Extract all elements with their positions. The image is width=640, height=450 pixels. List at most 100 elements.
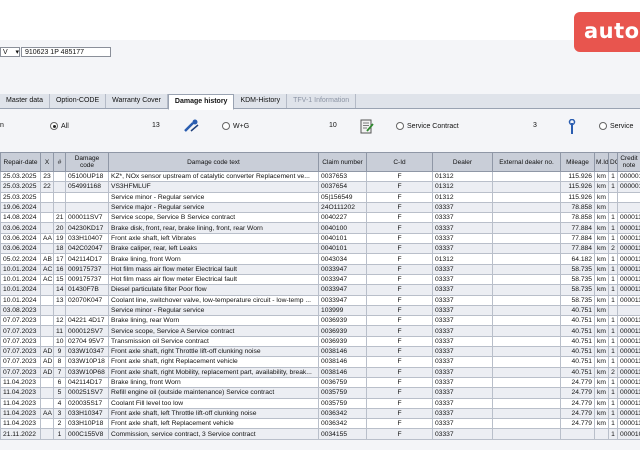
brand-logo: auto bbox=[574, 12, 640, 52]
cell-mileage: 58.735 bbox=[560, 284, 595, 296]
cell-repair-date: 11.04.2023 bbox=[0, 407, 41, 420]
col-claim-number[interactable]: Claim number bbox=[318, 152, 367, 172]
col-m-id[interactable]: M.Id bbox=[594, 152, 609, 172]
col-x[interactable]: X bbox=[40, 152, 54, 172]
table-row[interactable]: 10.01.2024 AC 15 009175737 Hot film mass air… bbox=[0, 273, 640, 286]
table-row[interactable]: 11.04.2023 4 020035S17 Coolant Fill level t… bbox=[0, 397, 640, 409]
cell-repair-date: 11.04.2023 bbox=[0, 397, 41, 409]
table-row[interactable]: 07.07.2023 12 04221 4D17 Brake lining, rear… bbox=[0, 315, 640, 327]
cell-claim-number: 0038146 bbox=[318, 356, 367, 368]
cell-x: AD bbox=[40, 356, 54, 368]
cell-dc: 1 bbox=[608, 170, 618, 183]
cell-damage-code-text: Front axle shaft, left Vibrates bbox=[108, 232, 319, 245]
cell-dealer: 01312 bbox=[432, 170, 493, 183]
cell-damage-code: 033H10407 bbox=[65, 232, 109, 245]
table-row[interactable]: 03.06.2024 20 04230KD17 Brake disk, front, … bbox=[0, 222, 640, 234]
cell-m-id: km bbox=[594, 232, 609, 245]
table-row[interactable]: 25.03.2025 22 054991168 VS3HFMLUF 0037654 F 01… bbox=[0, 181, 640, 193]
table-row[interactable]: 10.01.2024 14 01430F7B Diesel particulate f… bbox=[0, 284, 640, 296]
table-row[interactable]: 14.08.2024 21 000011SV7 Service scope, Serv… bbox=[0, 212, 640, 224]
cell-claim-number: 0035759 bbox=[318, 387, 367, 399]
table-row[interactable]: 11.04.2023 6 042114D17 Brake lining, front … bbox=[0, 376, 640, 389]
cell-external-dealer-no bbox=[492, 366, 561, 378]
table-row[interactable]: 10.01.2024 13 02070K047 Coolant line, switc… bbox=[0, 294, 640, 306]
col-dc[interactable]: DC bbox=[608, 152, 618, 172]
table-row[interactable]: 07.07.2023 AD 8 033W10P18 Front axle shaft, … bbox=[0, 356, 640, 368]
cell-external-dealer-no bbox=[492, 263, 561, 275]
table-row[interactable]: 19.06.2024 Service major - Regular servic… bbox=[0, 201, 640, 214]
cell-dc: 1 bbox=[608, 273, 618, 286]
cell-external-dealer-no bbox=[492, 376, 561, 389]
cell-damage-code-text: Front axle shaft, right Replacement vehi… bbox=[108, 356, 319, 368]
col-external-dealer-no[interactable]: External dealer no. bbox=[492, 152, 561, 172]
table-row[interactable]: 03.06.2024 AA 19 033H10407 Front axle shaft,… bbox=[0, 232, 640, 245]
col-number[interactable]: # bbox=[53, 152, 66, 172]
cell-c-id: F bbox=[366, 366, 433, 378]
tab-master-data[interactable]: Master data bbox=[0, 94, 50, 108]
tab-damage-history[interactable]: Damage history bbox=[167, 94, 235, 110]
cell-number: 9 bbox=[53, 346, 66, 358]
table-row[interactable]: 03.06.2024 18 042C02047 Brake caliper, rear… bbox=[0, 243, 640, 255]
filter-service[interactable]: Service bbox=[599, 122, 633, 130]
cell-damage-code-text: Coolant line, switchover valve, low-temp… bbox=[108, 294, 319, 306]
filter-all[interactable]: All bbox=[50, 122, 69, 130]
table-row[interactable]: 07.07.2023 AD 7 033W10P68 Front axle shaft, … bbox=[0, 366, 640, 378]
cell-number: 6 bbox=[53, 376, 66, 389]
cell-external-dealer-no bbox=[492, 418, 561, 430]
table-row[interactable]: 25.03.2025 23 05100UP18 KZ*, NOx sensor ups… bbox=[0, 170, 640, 183]
col-damage-code-text[interactable]: Damage code text bbox=[108, 152, 319, 172]
tab-option-code[interactable]: Option-CODE bbox=[50, 94, 107, 108]
table-row[interactable]: 25.03.2025 Service minor - Regular servic… bbox=[0, 191, 640, 203]
cell-external-dealer-no bbox=[492, 397, 561, 409]
cell-dc: 2 bbox=[608, 243, 618, 255]
table-row[interactable]: 07.07.2023 11 000012SV7 Service scope, Serv… bbox=[0, 325, 640, 337]
table-row[interactable]: 05.02.2024 AB 17 042114D17 Brake lining, fro… bbox=[0, 253, 640, 265]
table-row[interactable]: 07.07.2023 AD 9 033W10347 Front axle shaft, … bbox=[0, 346, 640, 358]
cell-damage-code-text: Transmission oil Service contract bbox=[108, 335, 319, 348]
cell-dealer: 01312 bbox=[432, 191, 493, 203]
cell-repair-date: 21.11.2022 bbox=[0, 428, 41, 440]
table-row[interactable]: 11.04.2023 AA 3 033H10347 Front axle shaft, … bbox=[0, 407, 640, 420]
cell-repair-date: 07.07.2023 bbox=[0, 325, 41, 337]
col-dealer[interactable]: Dealer bbox=[432, 152, 493, 172]
cell-damage-code-text: Coolant Fill level too low bbox=[108, 397, 319, 409]
col-mileage[interactable]: Mileage bbox=[560, 152, 595, 172]
cell-dc bbox=[608, 201, 618, 214]
col-c-id[interactable]: C-Id bbox=[366, 152, 433, 172]
col-repair-date[interactable]: Repair-date bbox=[0, 152, 41, 172]
tab-tfv-information[interactable]: TFV-1 Information bbox=[287, 94, 357, 108]
tab-warranty-cover[interactable]: Warranty Cover bbox=[106, 94, 168, 108]
vin-field[interactable]: 910623 1P 485177 bbox=[21, 47, 111, 57]
table-row[interactable]: 07.07.2023 10 02704 95V7 Transmission oil S… bbox=[0, 335, 640, 348]
col-credit-note[interactable]: Credit note bbox=[617, 152, 640, 172]
cell-external-dealer-no bbox=[492, 243, 561, 255]
vehicle-type-select[interactable]: V ▾ bbox=[0, 47, 20, 57]
cell-number: 13 bbox=[53, 294, 66, 306]
cell-x: AD bbox=[40, 366, 54, 378]
filter-wg[interactable]: W+G bbox=[222, 122, 249, 130]
table-row[interactable]: 03.08.2023 Service minor - Regular servic… bbox=[0, 304, 640, 317]
table-row[interactable]: 21.11.2022 1 000C155V8 Commission, service … bbox=[0, 428, 640, 440]
cell-damage-code-text: Commission, service contract, 3 Service … bbox=[108, 428, 319, 440]
cell-x: AB bbox=[40, 253, 54, 265]
cell-damage-code-text: Service scope, Service B Service contrac… bbox=[108, 212, 319, 224]
filter-all-count: 13 bbox=[152, 122, 160, 129]
cell-number: 15 bbox=[53, 273, 66, 286]
table-row[interactable]: 11.04.2023 2 033H10P18 Front axle shaft, le… bbox=[0, 418, 640, 430]
table-row[interactable]: 10.01.2024 AC 16 009175737 Hot film mass air… bbox=[0, 263, 640, 275]
cell-c-id: F bbox=[366, 387, 433, 399]
cell-damage-code-text: Service major - Regular service bbox=[108, 201, 319, 214]
filter-service-contract[interactable]: Service Contract bbox=[396, 122, 459, 130]
cell-number: 17 bbox=[53, 253, 66, 265]
tab-kdm-history[interactable]: KDM-History bbox=[234, 94, 288, 108]
radio-icon bbox=[222, 122, 230, 130]
cell-damage-code: 000251SV7 bbox=[65, 387, 109, 399]
cell-claim-number: 0036939 bbox=[318, 315, 367, 327]
cell-c-id: F bbox=[366, 356, 433, 368]
window-top-bar bbox=[0, 0, 640, 40]
cell-m-id: km bbox=[594, 356, 609, 368]
cell-m-id: km bbox=[594, 243, 609, 255]
cell-claim-number: 0040101 bbox=[318, 232, 367, 245]
col-damage-code[interactable]: Damage code bbox=[65, 152, 109, 172]
table-row[interactable]: 11.04.2023 5 000251SV7 Refill engine oil (o… bbox=[0, 387, 640, 399]
